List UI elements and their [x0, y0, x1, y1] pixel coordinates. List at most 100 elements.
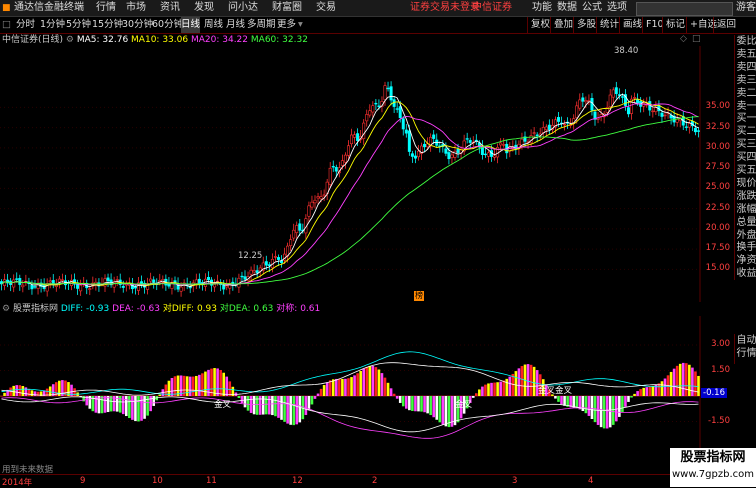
indicator-bar: [140, 396, 143, 421]
indicator-bar: [408, 396, 411, 411]
candle-body: [12, 279, 16, 288]
indicator-bar: [383, 377, 387, 396]
indicator-bar: [359, 370, 362, 396]
candle-body: [410, 153, 414, 157]
indicator-bar: [444, 396, 448, 427]
candle-body: [398, 106, 402, 118]
tab-30min[interactable]: 30分钟: [122, 17, 153, 33]
menu-xuanxiang[interactable]: 选项: [607, 0, 627, 16]
indicator-bar: [12, 385, 15, 396]
indicator-bar: [478, 389, 481, 396]
candle-body: [693, 127, 697, 133]
settings-icon[interactable]: ◇: [680, 34, 687, 44]
indicator-bar: [697, 375, 700, 396]
candle-body: [374, 102, 378, 105]
indicator-gear-icon[interactable]: ⚙: [2, 304, 10, 314]
indicator-bar: [103, 396, 107, 413]
indicator-bar: [353, 375, 356, 396]
indicator-bar: [350, 377, 353, 396]
indicator-bar: [204, 371, 207, 396]
indicator-chart[interactable]: [0, 316, 734, 474]
auto-quote-sidebar[interactable]: 自动 行情: [734, 334, 756, 364]
candle-body: [626, 107, 630, 115]
candle-body: [60, 279, 64, 281]
date-tick: 9: [80, 476, 86, 486]
tab-more[interactable]: 更多: [277, 17, 296, 33]
price-tick: 17.50: [705, 243, 730, 254]
candle-body: [149, 278, 153, 282]
indicator-bar: [210, 368, 213, 396]
indicator-bar: [304, 396, 308, 415]
indicator-bar: [590, 396, 594, 420]
menu-wenxiaoda[interactable]: 问小达: [228, 0, 258, 16]
menu-jiaoyi[interactable]: 交易: [316, 0, 336, 16]
candle-body: [252, 270, 256, 273]
candle-body: [276, 257, 280, 260]
candle-body: [456, 148, 460, 153]
tab-5min[interactable]: 5分钟: [66, 17, 91, 33]
indicator-bar: [681, 362, 685, 396]
tab-multi-period[interactable]: 多周期: [247, 17, 276, 33]
broker-name: 中信证券: [472, 2, 512, 13]
indicator-bar: [423, 396, 426, 413]
tab-60min[interactable]: 60分钟: [152, 17, 183, 33]
tab-1min[interactable]: 1分钟: [40, 17, 65, 33]
tab-monthly[interactable]: 月线: [226, 17, 245, 33]
tab-fenshi[interactable]: 分时: [16, 17, 35, 33]
menu-shichang[interactable]: 市场: [126, 0, 146, 16]
candle-body: [322, 194, 326, 197]
menu-gongneng[interactable]: 功能: [532, 0, 552, 16]
price-tick: 30.00: [705, 141, 730, 152]
back-button[interactable]: 返回: [713, 17, 739, 33]
candle-body: [486, 152, 490, 157]
indicator-bars: [0, 362, 700, 429]
indicator-bar: [672, 368, 676, 396]
menu-hangqing[interactable]: 行情: [96, 0, 116, 16]
candle-body: [115, 279, 119, 281]
indicator-bar: [344, 378, 347, 396]
event-marker-icon[interactable]: 榜: [414, 291, 424, 301]
candle-body: [633, 97, 637, 99]
indicator-bar: [310, 396, 314, 405]
biaoji-button[interactable]: 标记: [662, 17, 688, 33]
indicator-bar: [618, 396, 621, 417]
candle-body: [541, 127, 545, 133]
chevron-down-icon[interactable]: ▾: [298, 17, 303, 33]
candle-body: [386, 87, 390, 90]
search-input[interactable]: [636, 2, 733, 16]
indicator-bar: [21, 386, 25, 396]
candle-body: [468, 140, 472, 143]
indicator-bar: [694, 371, 697, 396]
sidebar2-item-0[interactable]: 自动: [736, 334, 756, 347]
menu-zixun[interactable]: 资讯: [160, 0, 180, 16]
indicator-bar: [216, 368, 219, 396]
indicator-bar: [563, 396, 566, 406]
date-tick: 12: [292, 476, 303, 486]
menu-faxian[interactable]: 发现: [194, 0, 214, 16]
candle-body: [696, 130, 700, 132]
candle-body: [334, 167, 338, 172]
price-grid: [0, 46, 701, 302]
sidebar2-item-1[interactable]: 行情: [736, 347, 756, 360]
sidebar-item-11: 现价: [736, 177, 756, 189]
menu-caifuquan[interactable]: 财富圈: [272, 0, 302, 16]
login-status[interactable]: 证券交易未登录: [410, 0, 480, 16]
candle-body: [319, 196, 323, 200]
tab-weekly[interactable]: 周线: [204, 17, 223, 33]
indicator-bar: [386, 382, 390, 396]
candle-body: [450, 154, 454, 158]
candle-body: [346, 145, 350, 156]
menu-shuju[interactable]: 数据: [557, 0, 577, 16]
menu-gongshi[interactable]: 公式: [582, 0, 602, 16]
window-icon-small[interactable]: □: [692, 34, 701, 44]
indicator-bar: [380, 373, 384, 396]
gear-icon[interactable]: ⚙: [66, 35, 74, 45]
indicator-bar: [18, 385, 22, 396]
sidebar-item-18: 收益: [736, 268, 756, 280]
tab-15min[interactable]: 15分钟: [92, 17, 123, 33]
candlestick-chart[interactable]: [0, 46, 734, 302]
watermark: 股票指标网 www.7gpzb.com: [670, 448, 756, 487]
app-logo-icon: ■: [2, 3, 11, 13]
indicator-bar: [411, 396, 414, 411]
tab-daily[interactable]: 日线: [181, 17, 201, 33]
